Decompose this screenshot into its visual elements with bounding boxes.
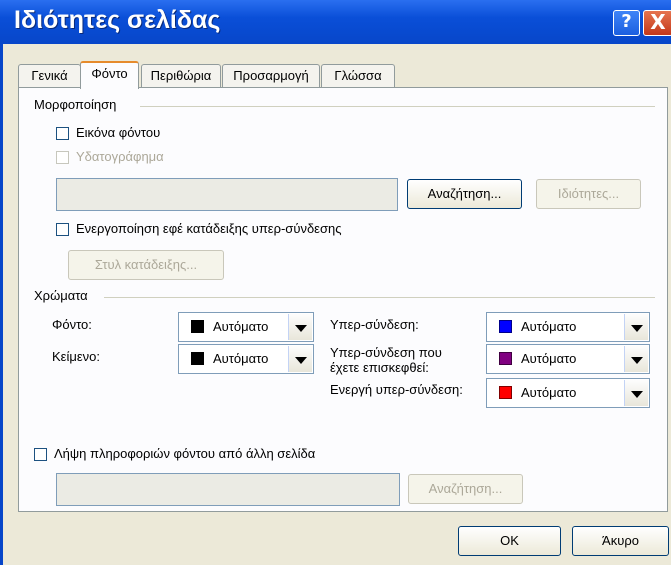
active-hyperlink-label: Ενεργή υπερ-σύνδεση: <box>330 382 463 397</box>
dialog-title: Ιδιότητες σελίδας <box>14 6 221 34</box>
rollover-effects-label: Ενεργοποίηση εφέ κατάδειξης υπερ-σύνδεση… <box>76 221 342 236</box>
hyperlink-color-value: Αυτόματο <box>521 319 577 334</box>
background-color-label: Φόντο: <box>52 317 92 332</box>
text-color-swatch <box>191 352 204 365</box>
rollover-style-button[interactable]: Στυλ κατάδειξης... <box>68 250 224 280</box>
chevron-down-icon[interactable] <box>288 314 312 340</box>
browse-picture-button[interactable]: Αναζήτηση... <box>407 179 522 209</box>
ok-button[interactable]: OK <box>458 526 561 556</box>
colors-group-label: Χρώματα <box>34 288 88 303</box>
text-color-value: Αυτόματο <box>213 351 269 366</box>
background-color-value: Αυτόματο <box>213 319 269 334</box>
visited-hyperlink-color-swatch <box>499 352 512 365</box>
tab-margins[interactable]: Περιθώρια <box>141 64 221 87</box>
active-hyperlink-color-value: Αυτόματο <box>521 385 577 400</box>
text-color-select[interactable]: Αυτόματο <box>178 344 314 374</box>
background-picture-label: Εικόνα φόντου <box>76 125 161 140</box>
browse-other-page-button[interactable]: Αναζήτηση... <box>408 474 523 504</box>
hyperlink-color-select[interactable]: Αυτόματο <box>486 312 650 342</box>
background-picture-checkbox[interactable] <box>56 127 69 140</box>
watermark-checkbox[interactable] <box>56 151 69 164</box>
visited-hyperlink-color-value: Αυτόματο <box>521 351 577 366</box>
visited-hyperlink-label-line2: έχετε επισκεφθεί: <box>330 360 429 375</box>
picture-path-input[interactable] <box>56 178 398 211</box>
colors-divider <box>104 297 655 298</box>
tab-customize[interactable]: Προσαρμογή <box>222 64 320 87</box>
background-color-swatch <box>191 320 204 333</box>
cancel-button[interactable]: Άκυρο <box>572 526 669 556</box>
active-hyperlink-color-select[interactable]: Αυτόματο <box>486 378 650 408</box>
chevron-down-icon[interactable] <box>624 380 648 406</box>
formatting-divider <box>140 106 655 107</box>
text-color-label: Κείμενο: <box>52 349 100 364</box>
other-page-background-label: Λήψη πληροφοριών φόντου από άλλη σελίδα <box>54 446 316 461</box>
other-page-path-input[interactable] <box>56 473 400 506</box>
close-icon: X <box>650 10 666 34</box>
hyperlink-color-swatch <box>499 320 512 333</box>
hyperlink-color-label: Υπερ-σύνδεση: <box>330 317 419 332</box>
button-bar <box>3 512 671 565</box>
rollover-effects-checkbox[interactable] <box>56 223 69 236</box>
chevron-down-icon[interactable] <box>624 346 648 372</box>
chevron-down-icon[interactable] <box>624 314 648 340</box>
picture-properties-button[interactable]: Ιδιότητες... <box>536 179 641 209</box>
tab-language[interactable]: Γλώσσα <box>321 64 395 87</box>
help-button[interactable]: ? <box>613 10 640 36</box>
tab-background[interactable]: Φόντο <box>80 61 139 89</box>
visited-hyperlink-color-select[interactable]: Αυτόματο <box>486 344 650 374</box>
close-button[interactable]: X <box>643 10 671 36</box>
other-page-background-checkbox[interactable] <box>34 448 47 461</box>
active-hyperlink-color-swatch <box>499 386 512 399</box>
background-color-select[interactable]: Αυτόματο <box>178 312 314 342</box>
title-bar: Ιδιότητες σελίδας ? X <box>0 0 671 44</box>
tab-general[interactable]: Γενικά <box>18 64 81 87</box>
visited-hyperlink-label-line1: Υπερ-σύνδεση που <box>330 345 442 360</box>
watermark-label: Υδατογράφημα <box>76 149 164 164</box>
help-icon: ? <box>621 11 632 32</box>
chevron-down-icon[interactable] <box>288 346 312 372</box>
formatting-group-label: Μορφοποίηση <box>34 97 117 112</box>
